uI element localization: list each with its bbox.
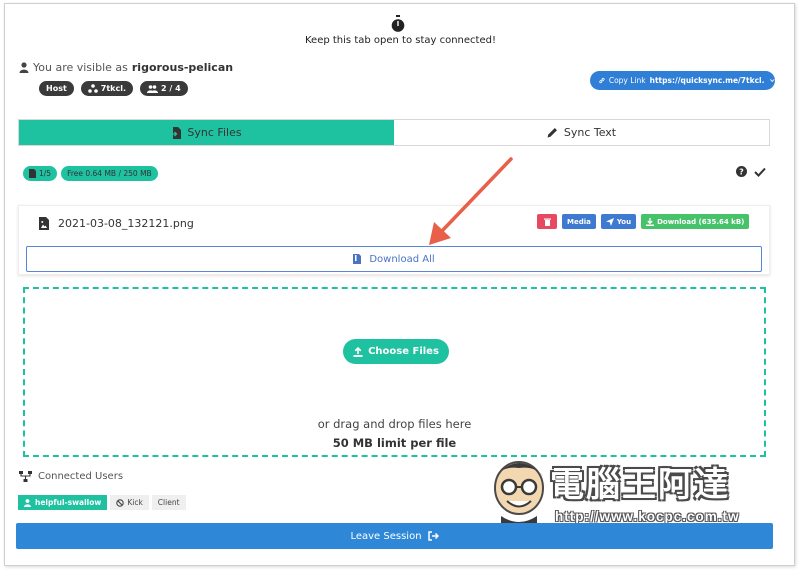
session-badges: Host 7tkcl. 2 / 4 xyxy=(39,81,188,96)
user-icon xyxy=(24,498,31,507)
user-role-label: Client xyxy=(151,495,186,510)
storage-chip: Free 0.64 MB / 250 MB xyxy=(61,166,158,181)
link-icon xyxy=(599,77,605,84)
connected-user-row: helpful-swallow Kick Client xyxy=(18,495,186,510)
network-wired-icon xyxy=(19,471,32,482)
connected-users-heading: Connected Users xyxy=(19,471,123,482)
users-count-badge: 2 / 4 xyxy=(140,81,188,96)
chevron-down-icon xyxy=(770,79,775,83)
users-icon xyxy=(147,84,159,93)
site-watermark: 電腦王阿達 http://www.kocpc.com.tw xyxy=(487,454,777,529)
copy-link-button[interactable]: Copy Link https://quicksync.me/7tkcl. xyxy=(590,71,775,90)
file-actions: Media You Download (635.64 kB) xyxy=(537,214,750,229)
question-circle-icon[interactable]: ? xyxy=(736,166,747,177)
trash-icon xyxy=(543,218,551,226)
pencil-icon xyxy=(547,128,557,138)
delete-button[interactable] xyxy=(537,214,557,229)
stopwatch-icon xyxy=(391,15,405,32)
copy-link-url: https://quicksync.me/7tkcl. xyxy=(649,76,765,85)
sync-tabs: Sync Files Sync Text xyxy=(18,119,770,146)
ban-icon xyxy=(116,498,125,507)
file-card: 2021-03-08_132121.png Media You Download… xyxy=(18,205,770,275)
copy-link-label: Copy Link xyxy=(608,76,646,85)
download-file-button[interactable]: Download (635.64 kB) xyxy=(641,214,750,229)
tab-sync-text[interactable]: Sync Text xyxy=(394,120,769,145)
file-import-icon xyxy=(171,126,182,139)
app-frame: Keep this tab open to stay connected! Yo… xyxy=(4,3,795,566)
download-all-button[interactable]: Download All xyxy=(26,246,762,272)
sign-out-icon xyxy=(427,531,439,541)
file-name: 2021-03-08_132121.png xyxy=(58,217,194,230)
file-icon xyxy=(29,169,36,178)
tab-sync-files[interactable]: Sync Files xyxy=(19,120,394,145)
file-archive-icon xyxy=(353,254,362,264)
visibility-prefix: You are visible as xyxy=(33,61,128,74)
username: rigorous-pelican xyxy=(131,61,234,74)
help-controls: ? xyxy=(736,166,766,177)
check-icon[interactable] xyxy=(754,167,766,177)
choose-files-button[interactable]: Choose Files xyxy=(343,339,449,364)
file-count-chip: 1/5 xyxy=(23,166,58,181)
user-icon xyxy=(19,62,29,73)
send-to-you-button[interactable]: You xyxy=(600,214,637,229)
connected-user-chip: helpful-swallow xyxy=(18,495,108,510)
upload-icon xyxy=(353,346,363,357)
file-dropzone[interactable]: Choose Files or drag and drop files here… xyxy=(23,287,766,457)
watermark-url: http://www.kocpc.com.tw xyxy=(555,509,740,524)
visibility-row: You are visible as rigorous-pelican xyxy=(19,61,233,74)
download-icon xyxy=(646,217,655,226)
media-button[interactable]: Media xyxy=(562,214,596,229)
watermark-name: 電腦王阿達 xyxy=(550,465,730,505)
keep-open-message: Keep this tab open to stay connected! xyxy=(305,35,496,46)
paper-plane-icon xyxy=(605,217,614,226)
storage-status: 1/5 Free 0.64 MB / 250 MB xyxy=(23,166,158,181)
leave-session-button[interactable]: Leave Session xyxy=(16,523,773,549)
file-size-limit: 50 MB limit per file xyxy=(332,436,457,450)
drop-hint: or drag and drop files here xyxy=(317,417,472,431)
host-badge: Host xyxy=(39,81,74,96)
network-badge: 7tkcl. xyxy=(80,81,134,96)
svg-text:?: ? xyxy=(739,167,744,176)
network-icon xyxy=(87,84,98,93)
file-entry: 2021-03-08_132121.png xyxy=(39,217,194,230)
mascot-logo-icon xyxy=(494,461,544,526)
kick-user-button[interactable]: Kick xyxy=(110,495,149,510)
image-file-icon xyxy=(39,217,49,230)
